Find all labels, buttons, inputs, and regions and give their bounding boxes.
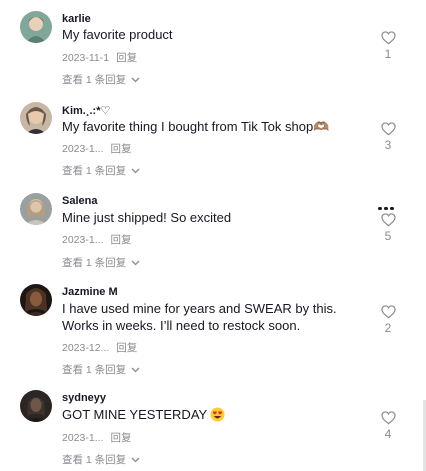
heart-outline-icon [376, 411, 400, 425]
chevron-down-icon [131, 364, 140, 376]
comment-username[interactable]: Salena [62, 195, 97, 207]
comment-text: My favorite thing I bought from Tik Tok … [62, 119, 330, 134]
view-replies-button[interactable]: 查看 1 条回复 [62, 163, 140, 178]
heart-outline-icon [376, 305, 400, 319]
view-replies-button[interactable]: 查看 1 条回复 [62, 72, 140, 87]
like-button[interactable]: 1 [376, 31, 400, 61]
view-replies-label: 查看 1 条回复 [62, 364, 127, 376]
avatar[interactable] [20, 390, 52, 422]
comment-date: 2023-11-1 [62, 52, 110, 64]
reply-button[interactable]: 回复 [110, 143, 131, 155]
comment-text: Mine just shipped! So excited [62, 210, 232, 225]
reply-button[interactable]: 回复 [110, 234, 131, 246]
like-button[interactable]: 3 [376, 122, 400, 152]
like-button[interactable]: 4 [376, 411, 400, 441]
avatar[interactable] [20, 284, 52, 316]
comment-text: My favorite product [62, 27, 173, 42]
chevron-down-icon [131, 165, 140, 177]
like-button[interactable]: 5 [376, 213, 400, 243]
view-replies-label: 查看 1 条回复 [62, 257, 127, 269]
like-count: 3 [384, 138, 392, 152]
reply-button[interactable]: 回复 [110, 432, 131, 444]
like-count: 2 [384, 321, 392, 335]
comment-meta: 2023-12... 回复 [62, 340, 137, 355]
comment-meta: 2023-1... 回复 [62, 430, 131, 445]
heart-outline-icon [376, 31, 400, 45]
view-replies-label: 查看 1 条回复 [62, 74, 127, 86]
reply-button[interactable]: 回复 [116, 342, 137, 354]
comment-text: I have used mine for years and SWEAR by … [62, 301, 337, 333]
chevron-down-icon [131, 257, 140, 269]
comment-date: 2023-1... [62, 234, 104, 246]
like-count: 5 [384, 229, 392, 243]
chevron-down-icon [131, 454, 140, 466]
like-count: 4 [384, 427, 392, 441]
comment-meta: 2023-1... 回复 [62, 141, 131, 156]
heart-outline-icon [376, 122, 400, 136]
like-count: 1 [384, 47, 392, 61]
avatar[interactable] [20, 193, 52, 225]
comment-meta: 2023-11-1 回复 [62, 50, 137, 65]
avatar[interactable] [20, 102, 52, 134]
comment-text: GOT MINE YESTERDAY [62, 406, 362, 423]
comment-username[interactable]: sydneyy [62, 392, 106, 404]
view-replies-label: 查看 1 条回复 [62, 454, 127, 466]
comment-date: 2023-1... [62, 432, 104, 444]
heart-outline-icon [376, 213, 400, 227]
like-button[interactable]: 2 [376, 305, 400, 335]
comment-username[interactable]: Jazmine M [62, 286, 118, 298]
view-replies-button[interactable]: 查看 1 条回复 [62, 255, 140, 270]
view-replies-label: 查看 1 条回复 [62, 165, 127, 177]
comment-date: 2023-12... [62, 342, 110, 354]
more-horizontal-icon[interactable] [378, 197, 398, 210]
comment-username[interactable]: karlie [62, 13, 91, 25]
chevron-down-icon [131, 74, 140, 86]
view-replies-button[interactable]: 查看 1 条回复 [62, 362, 140, 377]
heart-eyes-emoji-icon [210, 407, 225, 422]
comment-date: 2023-1... [62, 143, 104, 155]
comment-meta: 2023-1... 回复 [62, 232, 131, 247]
avatar[interactable] [20, 11, 52, 43]
reply-button[interactable]: 回复 [116, 52, 137, 64]
comment-username[interactable]: Kim.¸.:*♡ [62, 104, 110, 117]
view-replies-button[interactable]: 查看 1 条回复 [62, 452, 140, 467]
comment-text-content: GOT MINE YESTERDAY [62, 407, 208, 422]
